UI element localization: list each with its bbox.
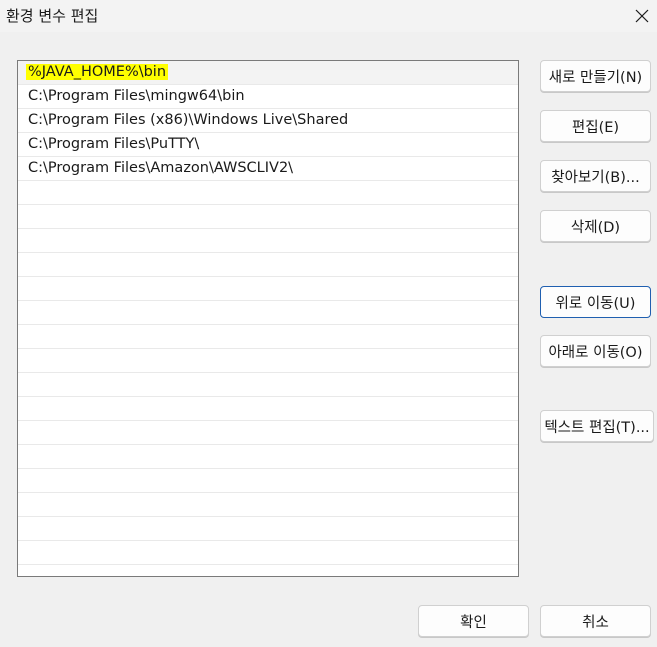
cancel-button[interactable]: 취소 (540, 605, 651, 637)
ok-button[interactable]: 확인 (418, 605, 529, 637)
empty-row[interactable] (18, 373, 518, 397)
empty-row[interactable] (18, 421, 518, 445)
empty-row[interactable] (18, 469, 518, 493)
list-item-text: C:\Program Files\PuTTY\ (28, 136, 200, 152)
empty-row[interactable] (18, 397, 518, 421)
delete-button[interactable]: 삭제(D) (540, 210, 651, 242)
path-list[interactable]: %JAVA_HOME%\bin C:\Program Files\mingw64… (17, 60, 519, 577)
list-item[interactable]: C:\Program Files\Amazon\AWSCLIV2\ (18, 157, 518, 181)
list-item[interactable]: C:\Program Files\mingw64\bin (18, 85, 518, 109)
browse-button[interactable]: 찾아보기(B)... (540, 160, 651, 192)
empty-row[interactable] (18, 301, 518, 325)
empty-row[interactable] (18, 517, 518, 541)
title-bar: 환경 변수 편집 (0, 0, 657, 32)
close-button[interactable] (629, 4, 655, 28)
list-item[interactable]: C:\Program Files\PuTTY\ (18, 133, 518, 157)
edit-text-button[interactable]: 텍스트 편집(T)... (540, 410, 654, 442)
move-down-button[interactable]: 아래로 이동(O) (540, 335, 651, 367)
list-item-text: C:\Program Files (x86)\Windows Live\Shar… (28, 112, 349, 128)
list-item-text: %JAVA_HOME%\bin (26, 64, 169, 80)
empty-row[interactable] (18, 253, 518, 277)
empty-row[interactable] (18, 277, 518, 301)
empty-row[interactable] (18, 229, 518, 253)
list-item-text: C:\Program Files\mingw64\bin (28, 88, 245, 104)
close-icon (635, 9, 649, 23)
empty-row[interactable] (18, 349, 518, 373)
empty-row[interactable] (18, 493, 518, 517)
new-button[interactable]: 새로 만들기(N) (540, 60, 651, 92)
empty-row[interactable] (18, 541, 518, 565)
list-item-text: C:\Program Files\Amazon\AWSCLIV2\ (28, 160, 294, 176)
edit-button[interactable]: 편집(E) (540, 110, 651, 142)
empty-row[interactable] (18, 181, 518, 205)
move-up-button[interactable]: 위로 이동(U) (540, 286, 651, 318)
list-item[interactable]: %JAVA_HOME%\bin (18, 61, 518, 85)
empty-row[interactable] (18, 445, 518, 469)
window-title: 환경 변수 편집 (6, 7, 99, 25)
list-item[interactable]: C:\Program Files (x86)\Windows Live\Shar… (18, 109, 518, 133)
empty-row[interactable] (18, 325, 518, 349)
empty-row[interactable] (18, 205, 518, 229)
